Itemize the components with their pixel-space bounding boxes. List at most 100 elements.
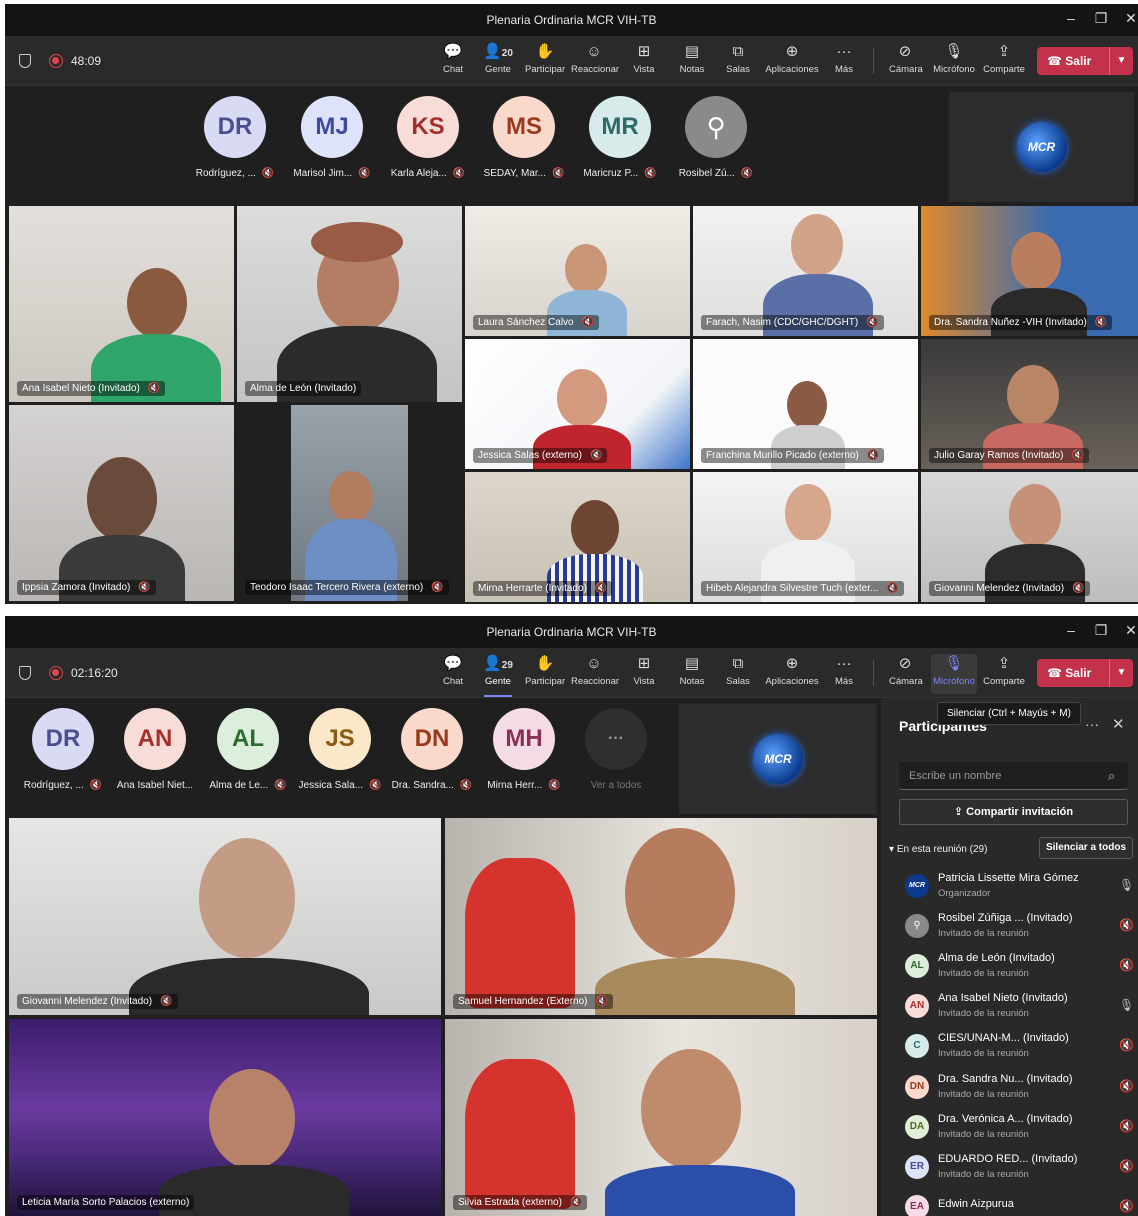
- participant-row[interactable]: ⚲ Rosibel Zúñiga ... (Invitado) Invitado…: [899, 910, 1134, 948]
- more-button[interactable]: ··· Más: [833, 654, 855, 694]
- raise-hand-button[interactable]: ✋ Participar: [525, 654, 565, 694]
- participant-row[interactable]: C CIES/UNAN-M... (Invitado) Invitado de …: [899, 1030, 1134, 1068]
- leave-button[interactable]: ☎ Salir ▼: [1037, 659, 1133, 687]
- mic-muted-icon[interactable]: 🔇: [1119, 958, 1134, 972]
- video-tile[interactable]: Jessica Salas (externo) 🔇: [465, 339, 690, 469]
- mic-muted-icon: 🔇: [1094, 317, 1108, 328]
- restore-icon[interactable]: ❐: [1091, 10, 1111, 27]
- video-tile[interactable]: Laura Sánchez Calvo 🔇: [465, 206, 690, 336]
- mic-muted-icon[interactable]: 🔇: [1119, 1119, 1134, 1133]
- mute-all-button[interactable]: Silenciar a todos: [1039, 837, 1133, 859]
- video-tile[interactable]: Samuel Hernandez (Externo) 🔇: [445, 818, 877, 1015]
- close-icon[interactable]: ✕: [1121, 10, 1138, 27]
- rooms-button[interactable]: ⧉ Salas: [726, 42, 750, 82]
- chat-button[interactable]: 💬 Chat: [439, 42, 467, 82]
- mic-muted-icon: 🔇: [261, 168, 275, 179]
- video-tile[interactable]: Leticia María Sorto Palacios (externo): [9, 1019, 441, 1216]
- microphone-icon[interactable]: 🎙: [1119, 878, 1134, 892]
- share-button[interactable]: ⇪ Comparte: [983, 42, 1025, 82]
- mic-muted-icon: 🔇: [147, 383, 161, 394]
- share-invite-button[interactable]: ⇪ Compartir invitación: [899, 799, 1128, 825]
- react-button[interactable]: ☺ Reaccionar: [571, 654, 619, 694]
- video-tile[interactable]: Silvia Estrada (externo) 🔇: [445, 1019, 877, 1216]
- close-icon[interactable]: ✕: [1121, 622, 1138, 639]
- participant-avatar[interactable]: MR Maricruz P... 🔇: [574, 96, 666, 179]
- mic-muted-icon[interactable]: 🔇: [1119, 918, 1134, 932]
- rooms-icon: ⧉: [732, 43, 744, 60]
- mic-muted-icon[interactable]: 🔇: [1119, 1038, 1134, 1052]
- section-header[interactable]: ▾ En esta reunión (29): [889, 844, 987, 855]
- video-tile[interactable]: Giovanni Melendez (Invitado) 🔇: [9, 818, 441, 1015]
- microphone-button[interactable]: 🎙 Micrófono: [931, 42, 977, 82]
- participant-avatar[interactable]: DR Rodríguez, ... 🔇: [189, 96, 281, 179]
- people-button[interactable]: 👤29 Gente: [482, 654, 514, 697]
- participant-row[interactable]: AN Ana Isabel Nieto (Invitado) Invitado …: [899, 990, 1134, 1028]
- close-icon[interactable]: ✕: [1112, 715, 1125, 733]
- participant-name-label: Alma de León (Invitado): [245, 381, 362, 396]
- view-button[interactable]: ⊞ Vista: [631, 654, 657, 694]
- rooms-button[interactable]: ⧉ Salas: [726, 654, 750, 694]
- video-tile[interactable]: Ippsia Zamora (Invitado) 🔇: [9, 405, 234, 601]
- leave-button[interactable]: ☎ Salir ▼: [1037, 47, 1133, 75]
- microphone-icon[interactable]: 🎙: [1119, 998, 1134, 1012]
- camera-button[interactable]: ⊘ Cámara: [889, 654, 923, 694]
- video-tile[interactable]: Giovanni Melendez (Invitado) 🔇: [921, 472, 1138, 602]
- video-tile[interactable]: Alma de León (Invitado): [237, 206, 462, 402]
- video-tile[interactable]: Franchina Murillo Picado (externo) 🔇: [693, 339, 918, 469]
- participant-avatar[interactable]: JS Jessica Sala... 🔇: [294, 708, 386, 791]
- participant-avatar[interactable]: MH Mirna Herr... 🔇: [478, 708, 570, 791]
- view-button[interactable]: ⊞ Vista: [631, 42, 657, 82]
- camera-button[interactable]: ⊘ Cámara: [889, 42, 923, 82]
- notes-button[interactable]: ▤ Notas: [679, 42, 705, 82]
- mcr-logo-tile[interactable]: MCR: [949, 92, 1134, 202]
- video-tile[interactable]: Farach, Nasim (CDC/GHC/DGHT) 🔇: [693, 206, 918, 336]
- video-tile[interactable]: Julio Garay Ramos (Invitado) 🔇: [921, 339, 1138, 469]
- participant-avatar[interactable]: ⚲ Rosibel Zú... 🔇: [670, 96, 762, 179]
- title-bar: Plenaria Ordinaria MCR VIH-TB – ❐ ✕: [5, 4, 1138, 36]
- participant-row[interactable]: AL Alma de León (Invitado) Invitado de l…: [899, 950, 1134, 988]
- notes-button[interactable]: ▤ Notas: [679, 654, 705, 694]
- participant-row[interactable]: EA Edwin Aizpurua 🔇: [899, 1191, 1134, 1216]
- apps-button[interactable]: ⊕ Aplicaciones: [765, 654, 819, 694]
- ellipsis-icon[interactable]: ···: [1085, 716, 1099, 732]
- chevron-down-icon[interactable]: ▼: [1109, 47, 1133, 75]
- participant-row[interactable]: DA Dra. Verónica A... (Invitado) Invitad…: [899, 1111, 1134, 1149]
- participant-name-label: Hibeb Alejandra Silvestre Tuch (exter...…: [701, 581, 904, 596]
- mic-muted-icon[interactable]: 🔇: [1119, 1159, 1134, 1173]
- minimize-icon[interactable]: –: [1061, 10, 1081, 26]
- share-button[interactable]: ⇪ Comparte: [983, 654, 1025, 694]
- participant-name-label: Farach, Nasim (CDC/GHC/DGHT) 🔇: [701, 315, 884, 330]
- mic-muted-icon[interactable]: 🔇: [1119, 1199, 1134, 1213]
- chat-button[interactable]: 💬 Chat: [439, 654, 467, 694]
- video-tile[interactable]: Ana Isabel Nieto (Invitado) 🔇: [9, 206, 234, 402]
- restore-icon[interactable]: ❐: [1091, 622, 1111, 639]
- search-input[interactable]: [899, 762, 1128, 790]
- video-tile[interactable]: Hibeb Alejandra Silvestre Tuch (exter...…: [693, 472, 918, 602]
- minimize-icon[interactable]: –: [1061, 622, 1081, 638]
- video-tile[interactable]: Dra. Sandra Nuñez -VIH (Invitado) 🔇: [921, 206, 1138, 336]
- phone-icon: ☎: [1047, 666, 1062, 680]
- participant-avatar[interactable]: AN Ana Isabel Niet...: [109, 708, 201, 791]
- mic-muted-icon: 🔇: [595, 996, 608, 1007]
- participant-avatar[interactable]: DN Dra. Sandra... 🔇: [386, 708, 478, 791]
- more-button[interactable]: ··· Más: [833, 42, 855, 82]
- participant-avatar[interactable]: MJ Marisol Jim... 🔇: [286, 96, 378, 179]
- participant-avatar[interactable]: DR Rodríguez, ... 🔇: [17, 708, 109, 791]
- chevron-down-icon[interactable]: ▼: [1109, 659, 1133, 687]
- view-all-button[interactable]: ··· Ver a todos: [570, 708, 662, 791]
- video-tile[interactable]: Teodoro Isaac Tercero Rivera (externo) 🔇: [237, 405, 462, 601]
- mcr-logo-tile[interactable]: MCR: [679, 704, 877, 814]
- react-button[interactable]: ☺ Reaccionar: [571, 42, 619, 82]
- participant-row[interactable]: MCR Patricia Lissette Mira Gómez Organiz…: [899, 870, 1134, 908]
- mic-muted-icon[interactable]: 🔇: [1119, 1079, 1134, 1093]
- participant-avatar[interactable]: AL Alma de Le... 🔇: [202, 708, 294, 791]
- raise-hand-button[interactable]: ✋ Participar: [525, 42, 565, 82]
- participant-row[interactable]: ER EDUARDO RED... (Invitado) Invitado de…: [899, 1151, 1134, 1189]
- microphone-button[interactable]: 🎙 Micrófono: [931, 654, 977, 694]
- participant-avatar[interactable]: KS Karla Aleja... 🔇: [382, 96, 474, 179]
- people-button[interactable]: 👤20 Gente: [482, 42, 514, 82]
- participant-avatar[interactable]: MS SEDAY, Mar... 🔇: [478, 96, 570, 179]
- apps-button[interactable]: ⊕ Aplicaciones: [765, 42, 819, 82]
- participant-row[interactable]: DN Dra. Sandra Nu... (Invitado) Invitado…: [899, 1071, 1134, 1109]
- video-tile[interactable]: Mirna Herrarte (Invitado) 🔇: [465, 472, 690, 602]
